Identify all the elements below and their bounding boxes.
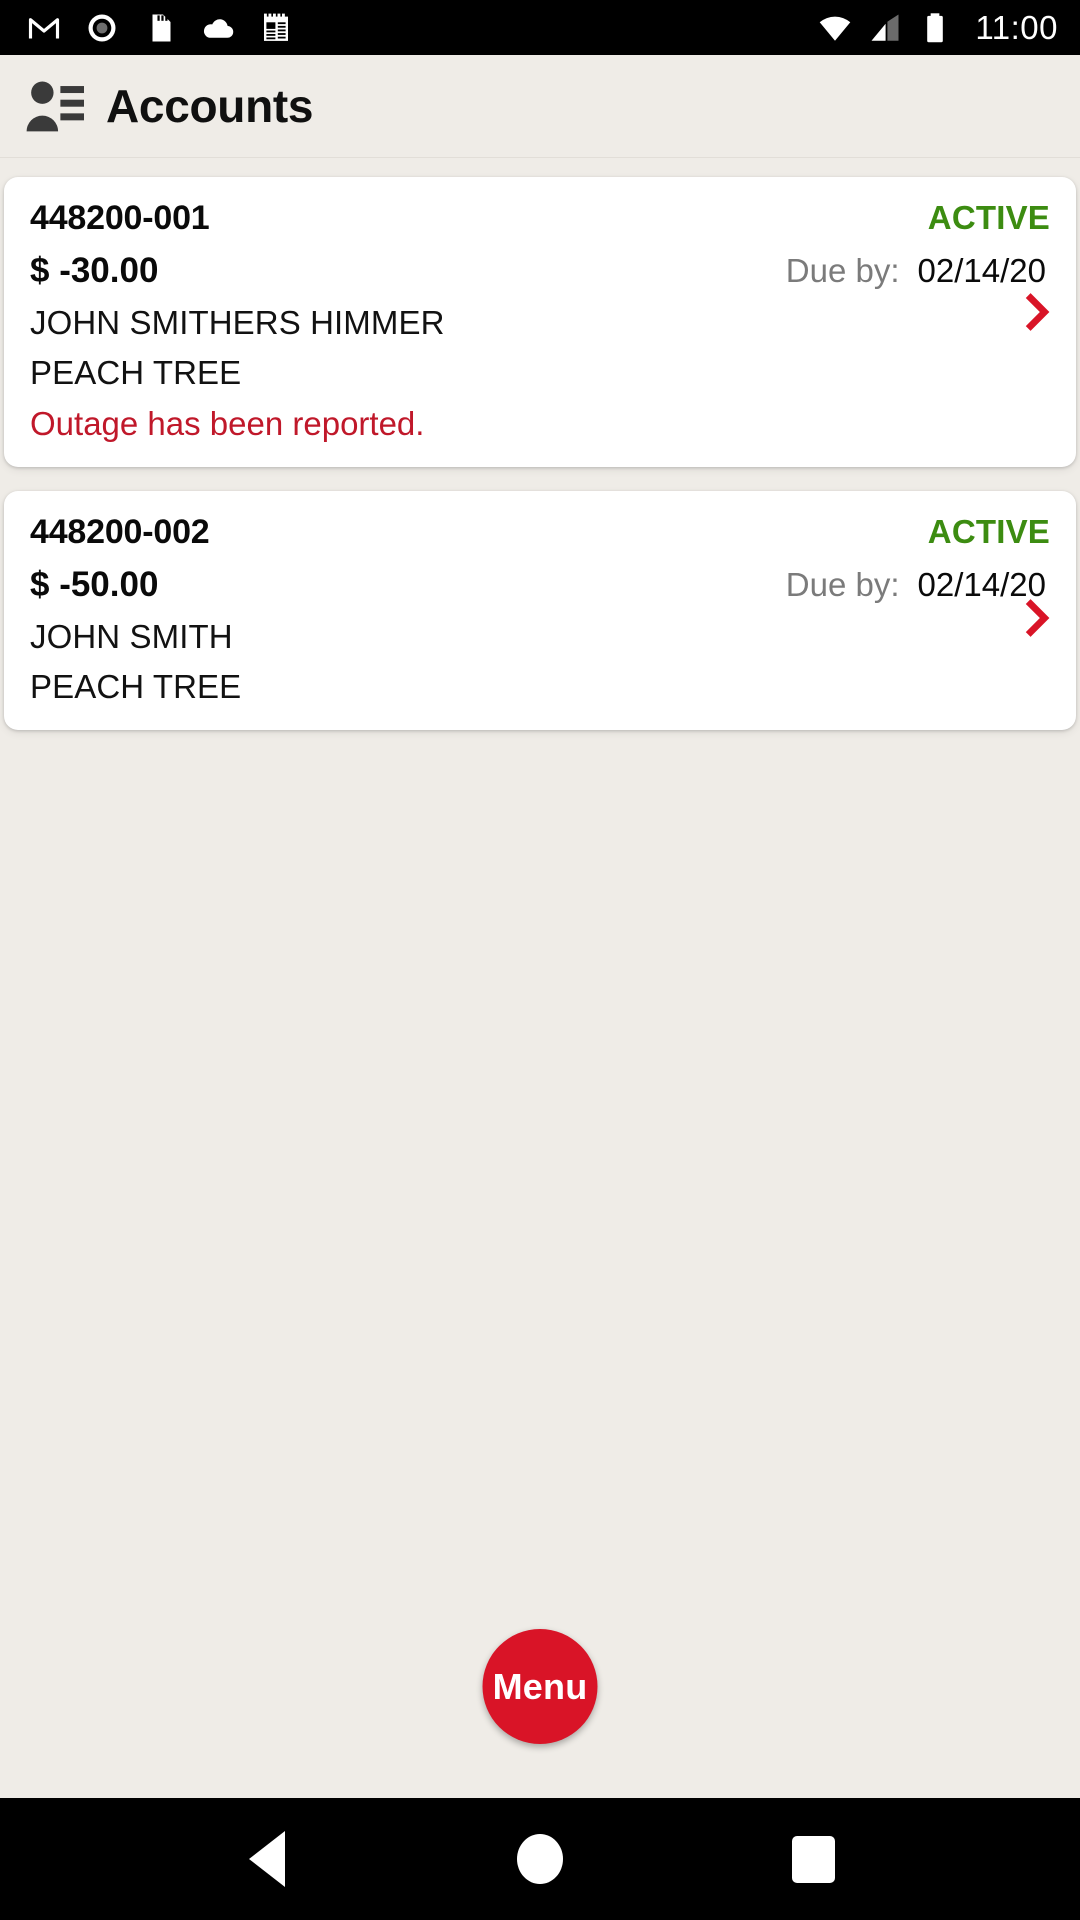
account-balance: $ -30.00 <box>30 251 159 290</box>
account-number: 448200-001 <box>30 199 210 237</box>
status-bar-clock: 11:00 <box>975 9 1058 46</box>
recents-icon <box>791 1835 835 1883</box>
service-address: PEACH TREE <box>30 668 242 705</box>
account-card-header-row: 448200-001 ACTIVE <box>30 199 1050 238</box>
status-bar-system-icons: 11:00 <box>817 10 1058 46</box>
battery-icon <box>927 12 944 42</box>
due-by-label: Due by: <box>785 566 900 603</box>
status-badge: ACTIVE <box>927 199 1050 236</box>
android-navigation-bar <box>0 1798 1080 1920</box>
account-number: 448200-002 <box>30 513 210 551</box>
screen-record-icon <box>88 14 116 41</box>
account-card-amount-row: $ -50.00 Due by: 02/14/20 <box>30 565 1050 605</box>
service-address: PEACH TREE <box>30 354 242 391</box>
menu-fab-button[interactable]: Menu <box>482 1629 598 1744</box>
due-by-label: Due by: <box>785 252 900 289</box>
cloud-icon <box>203 18 234 38</box>
status-bar-notification-icons <box>26 10 294 46</box>
app-screen: 11:00 Accounts 448200-001 ACTIVE $ -30.0… <box>0 0 1080 1920</box>
customer-name: JOHN SMITHERS HIMMER <box>30 304 445 341</box>
app-header: Accounts <box>0 55 1080 158</box>
back-icon <box>248 1831 285 1887</box>
due-date: 02/14/20 <box>917 252 1046 289</box>
due-group: Due by: 02/14/20 <box>786 566 1050 604</box>
accounts-list[interactable]: 448200-001 ACTIVE $ -30.00 Due by: 02/14… <box>0 158 1080 1798</box>
cellular-signal-icon <box>871 14 899 41</box>
account-card[interactable]: 448200-001 ACTIVE $ -30.00 Due by: 02/14… <box>4 177 1076 467</box>
status-bar: 11:00 <box>0 0 1080 55</box>
account-card[interactable]: 448200-002 ACTIVE $ -50.00 Due by: 02/14… <box>4 491 1076 730</box>
wifi-icon <box>820 16 851 41</box>
chevron-right-icon[interactable] <box>1024 595 1054 641</box>
account-card-header-row: 448200-002 ACTIVE <box>30 513 1050 552</box>
sd-card-icon <box>152 14 171 41</box>
due-group: Due by: 02/14/20 <box>786 252 1050 290</box>
outage-notice: Outage has been reported. <box>30 405 425 442</box>
nav-home-button[interactable] <box>510 1829 570 1889</box>
notes-icon <box>264 13 288 41</box>
status-badge: ACTIVE <box>927 513 1050 550</box>
nav-recents-button[interactable] <box>783 1829 843 1889</box>
menu-fab-label: Menu <box>492 1665 588 1707</box>
nav-back-button[interactable] <box>237 1829 297 1889</box>
customer-name: JOHN SMITH <box>30 618 233 655</box>
account-card-amount-row: $ -30.00 Due by: 02/14/20 <box>30 251 1050 291</box>
chevron-right-icon[interactable] <box>1024 289 1054 335</box>
page-title: Accounts <box>106 80 314 132</box>
account-balance: $ -50.00 <box>30 565 159 604</box>
gmail-icon <box>28 17 60 38</box>
account-details-icon <box>26 81 84 132</box>
home-icon <box>516 1834 563 1884</box>
